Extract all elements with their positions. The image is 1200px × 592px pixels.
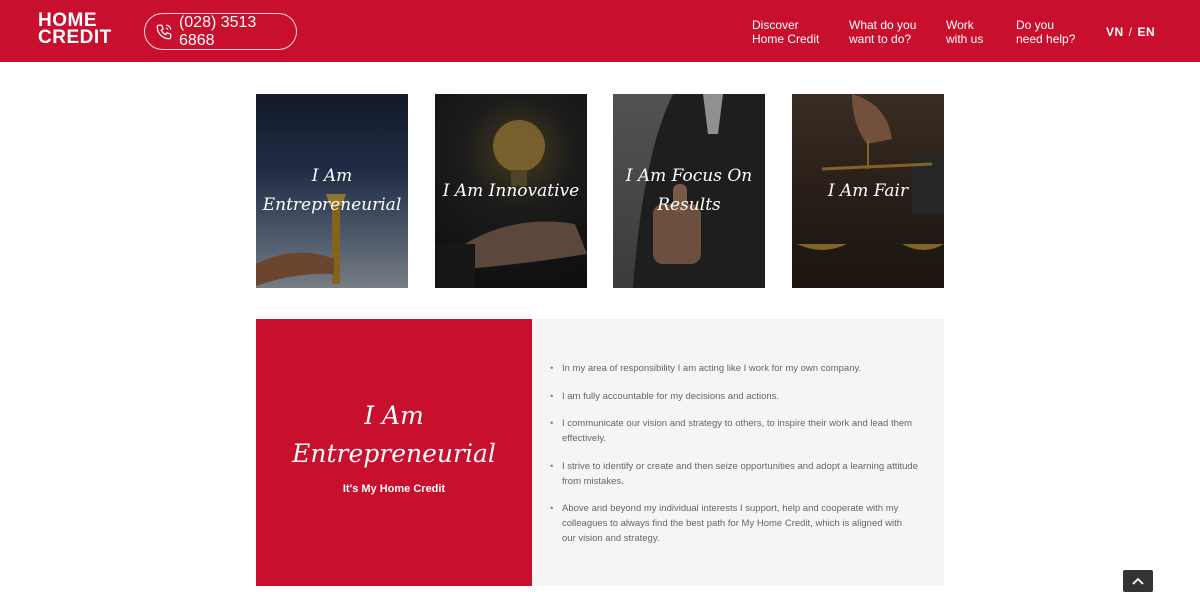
card-title: I Am Fair [792,94,944,288]
nav-do-you-need-help[interactable]: Do you need help? [1016,18,1075,46]
card-title: I Am Focus On Results [613,94,765,288]
card-innovative[interactable]: I Am Innovative [435,94,587,288]
card-title-line-1: I Am Fair [827,180,909,201]
detail-bullet-list: In my area of responsibility I am acting… [550,361,918,559]
lang-en[interactable]: EN [1138,25,1156,39]
lang-vn[interactable]: VN [1106,25,1124,39]
scroll-to-top-button[interactable] [1123,570,1153,592]
list-item: In my area of responsibility I am acting… [550,361,918,376]
list-item: I strive to identify or create and then … [550,459,918,489]
list-item: I am fully accountable for my decisions … [550,389,918,404]
language-switcher: VN / EN [1106,25,1155,39]
card-title: I Am Entrepreneurial [256,94,408,288]
card-title: I Am Innovative [435,94,587,288]
nav-discover-home-credit[interactable]: Discover Home Credit [752,18,819,46]
nav-item-label-2: need help? [1016,32,1076,46]
card-fair[interactable]: I Am Fair [792,94,944,288]
card-title-line-1: I Am Innovative [442,180,580,201]
card-title-line-1: I Am Focus On [625,166,753,186]
nav-work-with-us[interactable]: Work with us [946,18,983,46]
site-header: HOME CREDIT (028) 3513 6868 Discover Hom… [0,0,1200,62]
detail-title-line-1: I Am [364,401,424,430]
nav-item-label-2: Home Credit [752,32,820,46]
nav-what-do-you-want[interactable]: What do you want to do? [849,18,916,46]
nav-item-label-1: What do you [849,18,917,32]
detail-value-panel: I Am Entrepreneurial It's My Home Credit [256,319,532,586]
card-title-line-2: Entrepreneurial [262,195,402,215]
nav-item-label-2: with us [946,32,984,46]
list-item: I communicate our vision and strategy to… [550,416,918,446]
lang-separator: / [1128,25,1133,39]
detail-title: I Am Entrepreneurial [256,397,532,473]
nav-item-label-1: Discover [752,18,799,32]
detail-title-line-2: Entrepreneurial [292,439,496,468]
nav-item-label-2: want to do? [849,32,912,46]
card-entrepreneurial[interactable]: I Am Entrepreneurial [256,94,408,288]
detail-description-panel: In my area of responsibility I am acting… [532,319,944,586]
chevron-up-icon [1132,577,1144,585]
main-nav: Discover Home Credit What do you want to… [0,18,1200,48]
card-title-line-1: I Am [311,166,353,186]
nav-item-label-1: Do you [1016,18,1055,32]
card-title-line-2: Results [657,195,721,215]
detail-subtitle: It's My Home Credit [342,483,446,495]
card-focus-on-results[interactable]: I Am Focus On Results [613,94,765,288]
nav-item-label-1: Work [946,18,974,32]
list-item: Above and beyond my individual interests… [550,501,918,546]
